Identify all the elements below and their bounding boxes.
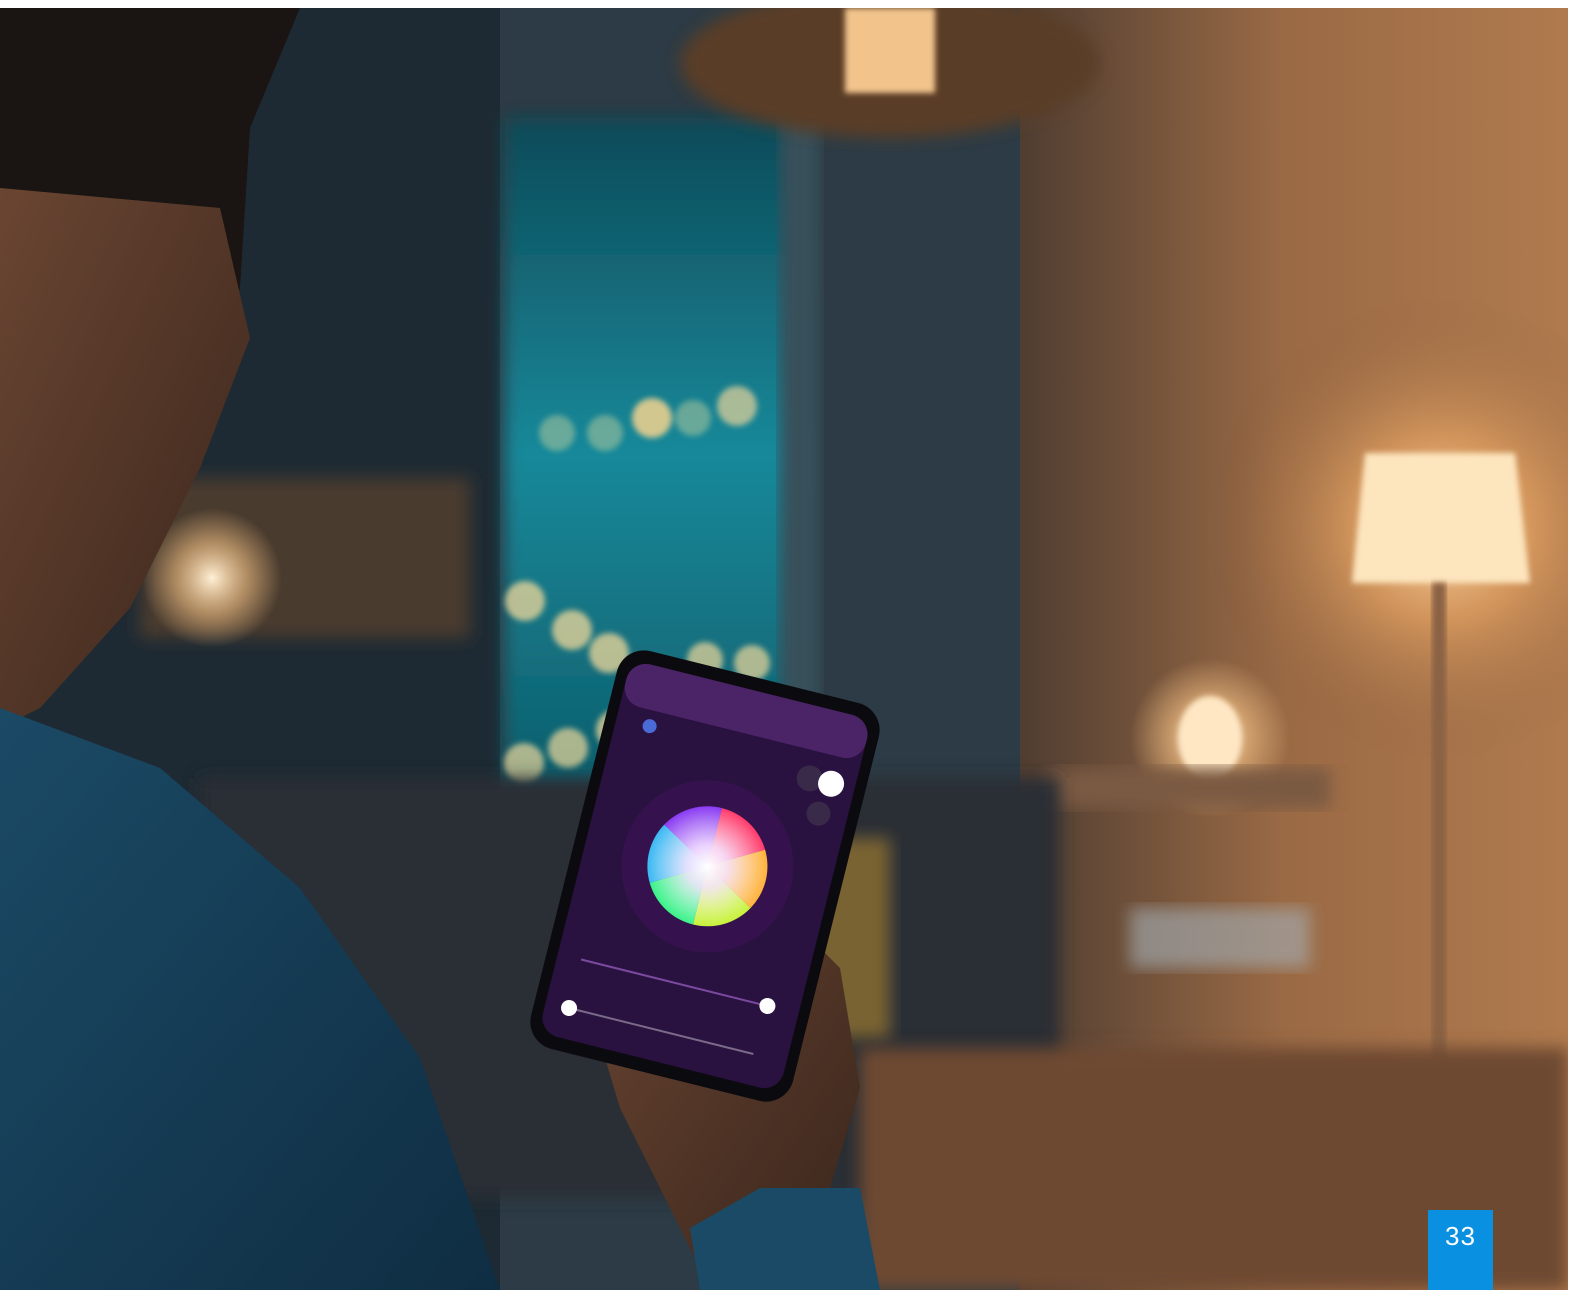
living-room-photo bbox=[0, 8, 1568, 1290]
pendant-bulb bbox=[845, 8, 935, 93]
page: 33 bbox=[0, 0, 1588, 1306]
page-number: 33 bbox=[1445, 1221, 1476, 1251]
side-stool bbox=[1130, 908, 1310, 968]
floor-lamp-pole bbox=[1432, 583, 1446, 1063]
floor-lamp-shade bbox=[1352, 453, 1530, 583]
photo-illustration bbox=[0, 8, 1568, 1290]
side-table bbox=[1050, 768, 1330, 808]
table-lamp bbox=[1178, 696, 1242, 780]
page-number-badge: 33 bbox=[1428, 1210, 1493, 1290]
